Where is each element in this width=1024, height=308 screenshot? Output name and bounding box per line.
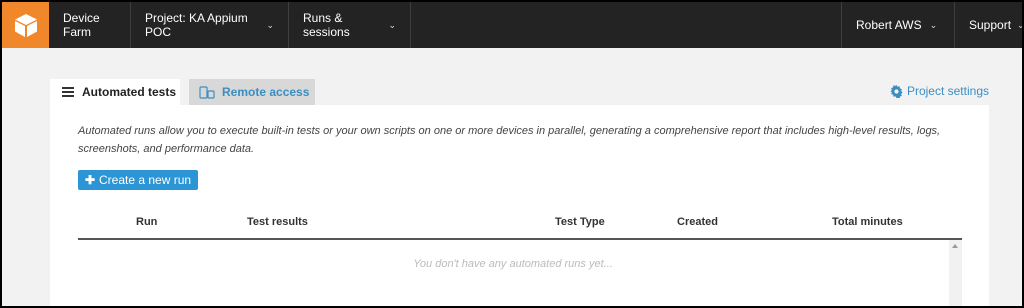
column-header-test-type[interactable]: Test Type <box>555 216 605 228</box>
tab-remote-access-label: Remote access <box>222 85 310 99</box>
column-header-total-minutes[interactable]: Total minutes <box>832 216 903 228</box>
nav-user-dropdown[interactable]: Robert AWS ⌄ <box>842 2 954 48</box>
panel-description: Automated runs allow you to execute buil… <box>78 125 941 155</box>
runs-table-body: You don't have any automated runs yet... <box>78 240 962 306</box>
chevron-down-icon: ⌄ <box>388 19 396 30</box>
nav-support-dropdown[interactable]: Support ⌄ <box>955 2 1022 48</box>
tab-remote-access[interactable]: Remote access <box>189 79 315 105</box>
nav-divider <box>410 2 411 48</box>
column-header-created[interactable]: Created <box>677 216 718 228</box>
create-new-run-button[interactable]: ✚ Create a new run <box>78 170 198 190</box>
list-icon <box>62 87 74 97</box>
devices-icon <box>199 85 215 99</box>
nav-support-label: Support <box>969 18 1012 32</box>
app-window: Device Farm Project: KA Appium POC ⌄ Run… <box>2 2 1022 306</box>
create-new-run-label: Create a new run <box>99 173 192 187</box>
tab-automated-tests[interactable]: Automated tests <box>50 79 180 105</box>
nav-project-label: Project: KA Appium POC <box>145 11 248 39</box>
column-header-test-results[interactable]: Test results <box>247 216 308 228</box>
chevron-down-icon: ⌄ <box>266 19 274 30</box>
top-navigation-bar: Device Farm Project: KA Appium POC ⌄ Run… <box>2 2 1022 48</box>
column-header-run[interactable]: Run <box>136 216 157 228</box>
project-settings-link[interactable]: Project settings <box>890 84 989 98</box>
empty-runs-message: You don't have any automated runs yet... <box>413 258 613 270</box>
plus-icon: ✚ <box>84 173 95 187</box>
nav-device-farm-label: Device Farm <box>63 11 100 39</box>
chevron-down-icon: ⌄ <box>1017 19 1022 30</box>
gear-icon <box>890 84 903 98</box>
chevron-down-icon: ⌄ <box>929 19 938 30</box>
nav-device-farm[interactable]: Device Farm <box>49 2 130 48</box>
tab-automated-tests-label: Automated tests <box>82 85 177 99</box>
project-settings-label: Project settings <box>906 84 989 98</box>
nav-user-label: Robert AWS <box>856 18 922 32</box>
automated-tests-panel: Automated runs allow you to execute buil… <box>50 105 989 306</box>
nav-runs-label: Runs & sessions <box>303 11 350 39</box>
nav-project-dropdown[interactable]: Project: KA Appium POC ⌄ <box>131 2 288 48</box>
nav-runs-dropdown[interactable]: Runs & sessions ⌄ <box>289 2 410 48</box>
table-scrollbar[interactable] <box>949 240 962 306</box>
device-farm-logo[interactable] <box>2 2 49 48</box>
scroll-up-arrow-icon[interactable] <box>952 244 958 248</box>
cube-icon <box>14 14 37 37</box>
